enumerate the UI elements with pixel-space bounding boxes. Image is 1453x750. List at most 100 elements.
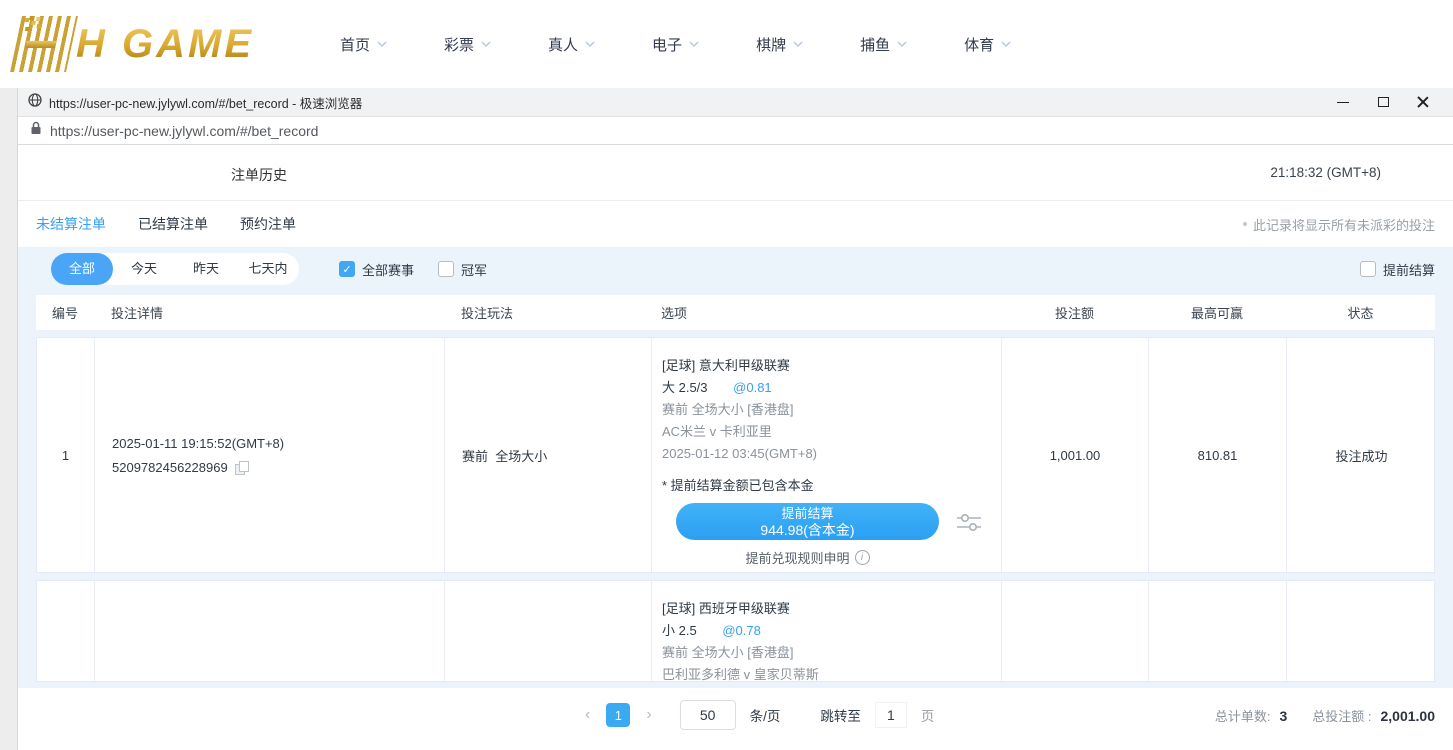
tab-unsettled[interactable]: 未结算注单 bbox=[36, 214, 106, 234]
nav-label: 真人 bbox=[548, 34, 578, 55]
minimize-icon bbox=[1337, 102, 1349, 103]
nav-item-lottery[interactable]: 彩票 bbox=[444, 34, 491, 55]
cashout-rule-link[interactable]: 提前兑现规则申明 bbox=[676, 548, 939, 567]
bet-detail-cell: 2025-01-11 19:15:52(GMT+8) 5209782456228… bbox=[95, 338, 445, 572]
copy-icon[interactable] bbox=[235, 461, 248, 474]
chevron-down-icon bbox=[377, 41, 387, 47]
nav-label: 捕鱼 bbox=[860, 34, 890, 55]
tabs-row: 未结算注单 已结算注单 预约注单 此记录将显示所有未派彩的投注 bbox=[18, 201, 1453, 247]
col-maxwin: 最高可赢 bbox=[1148, 303, 1286, 322]
total-count: 3 bbox=[1279, 708, 1287, 724]
current-page-button[interactable]: 1 bbox=[606, 703, 630, 727]
browser-urlbar[interactable]: https://user-pc-new.jylywl.com/#/bet_rec… bbox=[18, 117, 1453, 145]
col-status: 状态 bbox=[1286, 303, 1435, 322]
match-time: 2025-01-12 03:45(GMT+8) bbox=[662, 443, 1001, 465]
total-amount: 2,001.00 bbox=[1381, 708, 1436, 724]
bet-id: 5209782456228969 bbox=[112, 460, 228, 475]
lock-icon bbox=[30, 121, 42, 140]
tab-reserved[interactable]: 预约注单 bbox=[240, 214, 296, 234]
logo-text: H GAME bbox=[76, 22, 254, 67]
close-button[interactable] bbox=[1409, 91, 1437, 113]
max-win bbox=[1149, 581, 1287, 682]
chevron-down-icon bbox=[897, 41, 907, 47]
max-win: 810.81 bbox=[1149, 338, 1287, 572]
odds-value[interactable]: @0.81 bbox=[733, 380, 772, 395]
bet-table: 编号 投注详情 投注玩法 选项 投注额 最高可赢 状态 1 2025-01-11… bbox=[18, 291, 1453, 688]
chevron-down-icon bbox=[585, 41, 595, 47]
table-row: [足球] 西班牙甲级联赛 小 2.5 @0.78 赛前 全场大小 [香港盘] 巴… bbox=[36, 580, 1435, 682]
per-page-unit: 条/页 bbox=[750, 705, 781, 725]
nav-item-live[interactable]: 真人 bbox=[548, 34, 595, 55]
champion-checkbox[interactable]: 冠军 bbox=[438, 260, 487, 279]
browser-titlebar[interactable]: https://user-pc-new.jylywl.com/#/bet_rec… bbox=[18, 88, 1453, 117]
window-controls bbox=[1329, 91, 1443, 113]
nav-item-sports[interactable]: 体育 bbox=[964, 34, 1011, 55]
range-yesterday-pill[interactable]: 昨天 bbox=[175, 253, 237, 285]
filter-row: 全部 今天 昨天 七天内 全部赛事 冠军 提前结算 bbox=[18, 247, 1453, 291]
jump-unit: 页 bbox=[921, 705, 935, 725]
rule-text: 提前兑现规则申明 bbox=[745, 548, 849, 567]
url-text: https://user-pc-new.jylywl.com/#/bet_rec… bbox=[50, 123, 318, 139]
nav-label: 首页 bbox=[340, 34, 370, 55]
all-events-label: 全部赛事 bbox=[362, 260, 414, 279]
pick-name: 小 2.5 bbox=[662, 623, 697, 638]
nav-item-slots[interactable]: 电子 bbox=[652, 34, 699, 55]
option-cell: [足球] 西班牙甲级联赛 小 2.5 @0.78 赛前 全场大小 [香港盘] 巴… bbox=[652, 581, 1002, 682]
site-header: H GAME 首页 彩票 真人 电子 棋牌 捕鱼 体育 bbox=[0, 0, 1453, 88]
col-amount: 投注额 bbox=[1001, 303, 1148, 322]
col-option: 选项 bbox=[651, 303, 1001, 322]
next-page-icon[interactable]: › bbox=[644, 706, 653, 724]
option-cell: [足球] 意大利甲级联赛 大 2.5/3 @0.81 赛前 全场大小 [香港盘]… bbox=[652, 338, 1002, 572]
browser-window: https://user-pc-new.jylywl.com/#/bet_rec… bbox=[17, 88, 1453, 750]
status-text: 投注成功 bbox=[1287, 338, 1436, 572]
minimize-button[interactable] bbox=[1329, 91, 1357, 113]
chevron-down-icon bbox=[1001, 41, 1011, 47]
champion-label: 冠军 bbox=[461, 260, 487, 279]
sliders-icon[interactable] bbox=[955, 510, 983, 534]
range-all-pill[interactable]: 全部 bbox=[51, 253, 113, 285]
checkbox-unchecked-icon bbox=[438, 261, 454, 277]
range-today-pill[interactable]: 今天 bbox=[113, 253, 175, 285]
per-page-input[interactable] bbox=[680, 700, 736, 730]
page-header: 注单历史 21:18:32 (GMT+8) bbox=[18, 145, 1453, 201]
status-text bbox=[1287, 581, 1435, 682]
cashout-label: 提前结算 bbox=[781, 506, 833, 522]
nav-label: 彩票 bbox=[444, 34, 474, 55]
server-clock: 21:18:32 (GMT+8) bbox=[1270, 165, 1381, 180]
totals-summary: 总计单数: 3 总投注额 : 2,001.00 bbox=[1215, 706, 1435, 725]
chevron-down-icon bbox=[481, 41, 491, 47]
cashout-button[interactable]: 提前结算 944.98(含本金) bbox=[676, 503, 939, 540]
cashout-amount: 944.98(含本金) bbox=[760, 522, 854, 538]
league-name: [足球] 意大利甲级联赛 bbox=[662, 355, 1001, 377]
nav-label: 棋牌 bbox=[756, 34, 786, 55]
nav-item-fishing[interactable]: 捕鱼 bbox=[860, 34, 907, 55]
close-icon bbox=[1417, 96, 1429, 108]
bet-amount bbox=[1002, 581, 1149, 682]
site-logo[interactable]: H GAME bbox=[16, 12, 254, 76]
match-teams: AC米兰 v 卡利亚里 bbox=[662, 421, 1001, 443]
nav-item-home[interactable]: 首页 bbox=[340, 34, 387, 55]
odds-value[interactable]: @0.78 bbox=[722, 623, 761, 638]
table-header-row: 编号 投注详情 投注玩法 选项 投注额 最高可赢 状态 bbox=[36, 295, 1435, 330]
prev-page-icon[interactable]: ‹ bbox=[583, 706, 592, 724]
pagination-bar: ‹ 1 › 条/页 跳转至 页 总计单数: 3 总投注额 : 2,001.00 bbox=[18, 688, 1453, 750]
maximize-button[interactable] bbox=[1369, 91, 1397, 113]
pagination-controls: ‹ 1 › 条/页 跳转至 页 bbox=[583, 700, 934, 730]
info-icon[interactable] bbox=[855, 550, 870, 565]
league-name: [足球] 西班牙甲级联赛 bbox=[662, 598, 1001, 620]
maximize-icon bbox=[1378, 97, 1389, 107]
record-note-text: 此记录将显示所有未派彩的投注 bbox=[1253, 215, 1435, 234]
nav-item-board[interactable]: 棋牌 bbox=[756, 34, 803, 55]
early-settlement-checkbox[interactable]: 提前结算 bbox=[1360, 260, 1435, 279]
jump-page-input[interactable] bbox=[875, 702, 907, 728]
range-7days-pill[interactable]: 七天内 bbox=[237, 253, 299, 285]
all-events-checkbox[interactable]: 全部赛事 bbox=[339, 260, 414, 279]
chevron-down-icon bbox=[689, 41, 699, 47]
tab-settled[interactable]: 已结算注单 bbox=[138, 214, 208, 234]
page-content: 注单历史 21:18:32 (GMT+8) 未结算注单 已结算注单 预约注单 此… bbox=[18, 145, 1453, 750]
total-count-label: 总计单数: bbox=[1215, 706, 1271, 725]
pick-name: 大 2.5/3 bbox=[662, 380, 708, 395]
chevron-down-icon bbox=[793, 41, 803, 47]
col-detail: 投注详情 bbox=[94, 303, 444, 322]
main-nav: 首页 彩票 真人 电子 棋牌 捕鱼 体育 bbox=[340, 0, 1011, 88]
